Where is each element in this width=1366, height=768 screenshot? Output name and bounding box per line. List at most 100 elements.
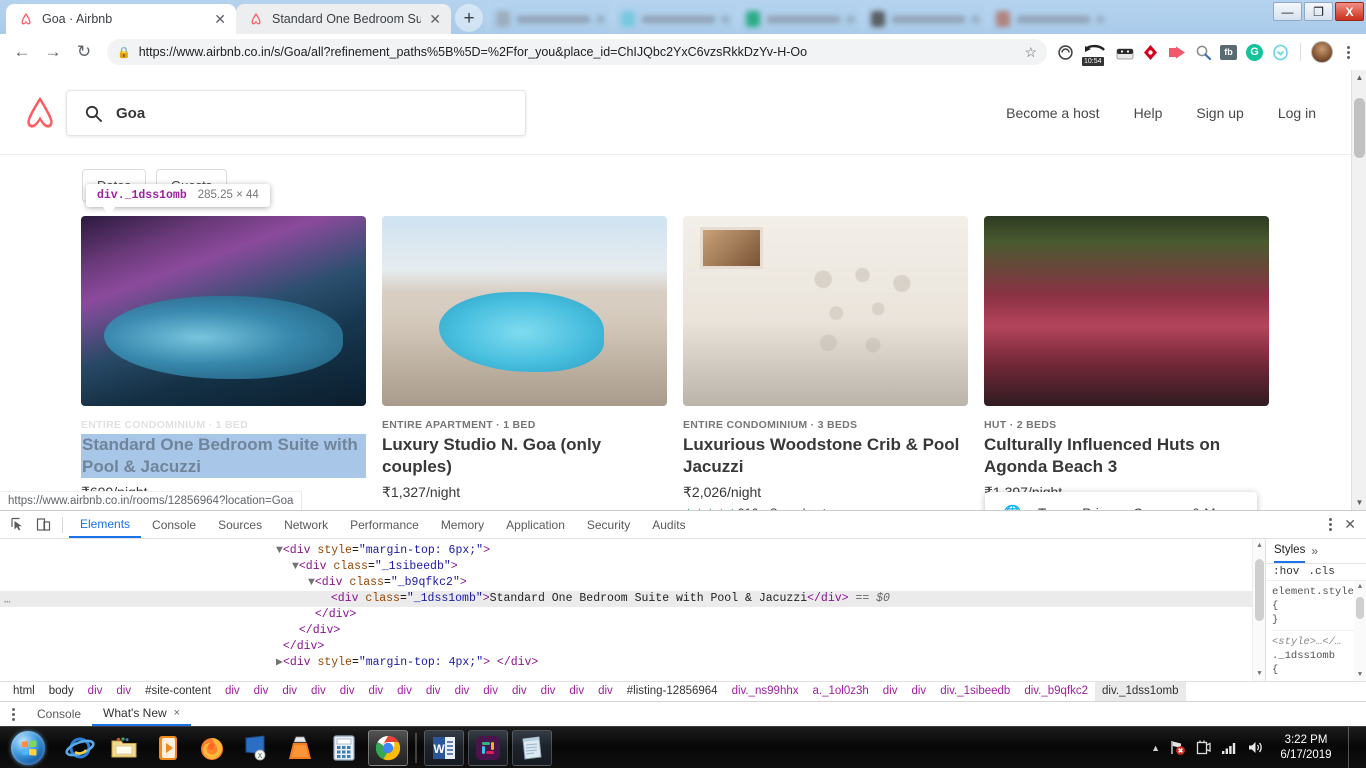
close-window-button[interactable]: X [1335,2,1364,21]
show-desktop-button[interactable] [1348,727,1360,768]
breadcrumb-item[interactable]: div [304,685,333,697]
devtools-tab-application[interactable]: Application [495,511,576,538]
breadcrumb-item[interactable]: div [448,685,477,697]
terms-privacy-popup[interactable]: 🌐 Terms, Privacy, Currency & More [985,492,1257,510]
breadcrumb-item[interactable]: div [390,685,419,697]
dom-tree-scrollbar[interactable]: ▲ ▼ [1252,539,1265,681]
listing-card[interactable]: ENTIRE CONDOMINIUM · 3 BEDS Luxurious Wo… [683,216,968,510]
forward-icon[interactable]: → [39,38,67,66]
scroll-up-icon[interactable]: ▲ [1352,70,1366,85]
style-rule[interactable]: <style>…</… ._1dss1omb { [1272,635,1360,677]
signal-icon[interactable] [1221,739,1238,756]
breadcrumb-item[interactable]: html [6,685,42,697]
tab-close-icon[interactable] [722,15,729,23]
listing-card[interactable]: HUT · 2 BEDS Culturally Influenced Huts … [984,216,1269,510]
start-button[interactable] [2,728,54,768]
breadcrumb-item[interactable]: div [562,685,591,697]
breadcrumb-item[interactable]: #site-content [138,685,218,697]
breadcrumb-item[interactable]: div [505,685,534,697]
listing-card[interactable]: ENTIRE APARTMENT · 1 BED Luxury Studio N… [382,216,667,510]
taskbar-vlc-icon[interactable] [280,730,320,766]
taskbar-internet-explorer-icon[interactable] [60,730,100,766]
scroll-down-icon[interactable]: ▼ [1352,495,1366,510]
browser-tab-1[interactable]: Standard One Bedroom Suite wit ✕ [236,4,451,34]
breadcrumb-item[interactable]: div [247,685,276,697]
taskbar-word-icon[interactable]: W [424,729,464,766]
styles-overflow-icon[interactable]: » [1311,544,1318,558]
nav-sign-up[interactable]: Sign up [1196,105,1243,121]
style-rule[interactable]: element.style { } [1272,585,1360,631]
scroll-down-icon[interactable]: ▼ [1354,669,1366,681]
device-toolbar-icon[interactable] [30,512,56,538]
drawer-tab-console[interactable]: Console [26,702,92,726]
reload-icon[interactable]: ↻ [70,38,98,66]
scroll-up-icon[interactable]: ▲ [1354,581,1366,593]
listing-photo[interactable] [382,216,667,406]
listing-card[interactable]: ENTIRE CONDOMINIUM · 1 BED Standard One … [81,184,366,510]
dom-tree-line[interactable]: </div> [0,607,1265,623]
scrollbar-thumb[interactable] [1354,98,1365,158]
scrollbar-thumb[interactable] [1356,596,1364,619]
background-tab[interactable] [987,4,1112,34]
breadcrumb-item[interactable]: div [419,685,448,697]
breadcrumb-item[interactable]: body [42,685,81,697]
breadcrumb-item[interactable]: div [361,685,390,697]
taskbar-notepad-icon[interactable] [512,729,552,766]
tab-close-icon[interactable]: ✕ [429,12,441,26]
dom-tree-line[interactable]: ▼<div style="margin-top: 6px;"> [0,543,1265,559]
tab-close-icon[interactable] [847,15,854,23]
styles-rules[interactable]: element.style { } <style>…</… ._1dss1omb… [1266,580,1366,681]
background-tab[interactable] [862,4,987,34]
breadcrumb-item[interactable]: #listing-12856964 [620,685,725,697]
grammarly-icon[interactable]: G [1245,43,1264,62]
breadcrumb-item[interactable]: div [218,685,247,697]
breadcrumb-item[interactable]: div._ns99hhx [725,685,806,697]
scroll-down-icon[interactable]: ▼ [1253,668,1265,681]
devtools-close-icon[interactable]: ✕ [1342,516,1358,533]
taskbar-file-explorer-icon[interactable] [104,730,144,766]
new-tab-button[interactable]: + [455,4,483,32]
tab-close-icon[interactable] [972,15,979,23]
breadcrumb-item[interactable]: div [109,685,138,697]
profile-avatar[interactable] [1311,41,1333,63]
breadcrumb-item[interactable]: div [876,685,905,697]
taskbar-calculator-icon[interactable] [324,730,364,766]
style-source-link[interactable]: <style>…</… [1272,635,1360,649]
drawer-tab-whats-new[interactable]: What's New × [92,702,192,726]
taskbar-media-player-icon[interactable] [148,730,188,766]
drawer-more-icon[interactable] [6,707,20,721]
devtools-tab-performance[interactable]: Performance [339,511,430,538]
airbnb-logo[interactable] [22,94,58,132]
background-tab[interactable] [737,4,862,34]
honey-icon[interactable] [1141,43,1160,62]
timer-extension-icon[interactable]: 10:54 [1082,43,1108,66]
listing-photo[interactable] [683,216,968,406]
breadcrumb-item[interactable]: div [275,685,304,697]
devtools-tab-network[interactable]: Network [273,511,339,538]
dom-tree-line[interactable]: </div> [0,639,1265,655]
minimize-button[interactable]: — [1273,2,1302,21]
maximize-button[interactable]: ❐ [1304,2,1333,21]
browser-tab-0[interactable]: Goa · Airbnb ✕ [6,4,236,34]
breadcrumb-item[interactable]: div [534,685,563,697]
inspect-element-icon[interactable] [4,512,30,538]
breadcrumb-item[interactable]: a._1ol0z3h [806,685,876,697]
dom-tree-line[interactable]: <div class="_1dss1omb">Standard One Bedr… [0,591,1265,607]
breadcrumb-item[interactable]: div._b9qfkc2 [1017,685,1095,697]
tab-close-icon[interactable]: ✕ [214,12,226,26]
taskbar-clock[interactable]: 3:22 PM 6/17/2019 [1273,733,1339,763]
taskbar-slack-icon[interactable] [468,729,508,766]
page-scrollbar[interactable]: ▲ ▼ [1351,70,1366,510]
search-input[interactable]: Goa [66,90,526,136]
devtools-tab-memory[interactable]: Memory [430,511,495,538]
chrome-menu-icon[interactable] [1340,45,1356,59]
address-bar[interactable]: 🔒 https://www.airbnb.co.in/s/Goa/all?ref… [107,39,1047,65]
drawer-tab-close-icon[interactable]: × [174,707,180,719]
action-center-icon[interactable] [1195,739,1212,756]
background-tab[interactable] [487,4,612,34]
bookmark-star-icon[interactable]: ☆ [1024,44,1037,61]
scroll-up-icon[interactable]: ▲ [1253,539,1265,552]
pocket-icon[interactable] [1271,43,1290,62]
taskbar-chrome-icon[interactable] [368,729,408,766]
fb-pixel-icon[interactable]: fb [1219,43,1238,62]
